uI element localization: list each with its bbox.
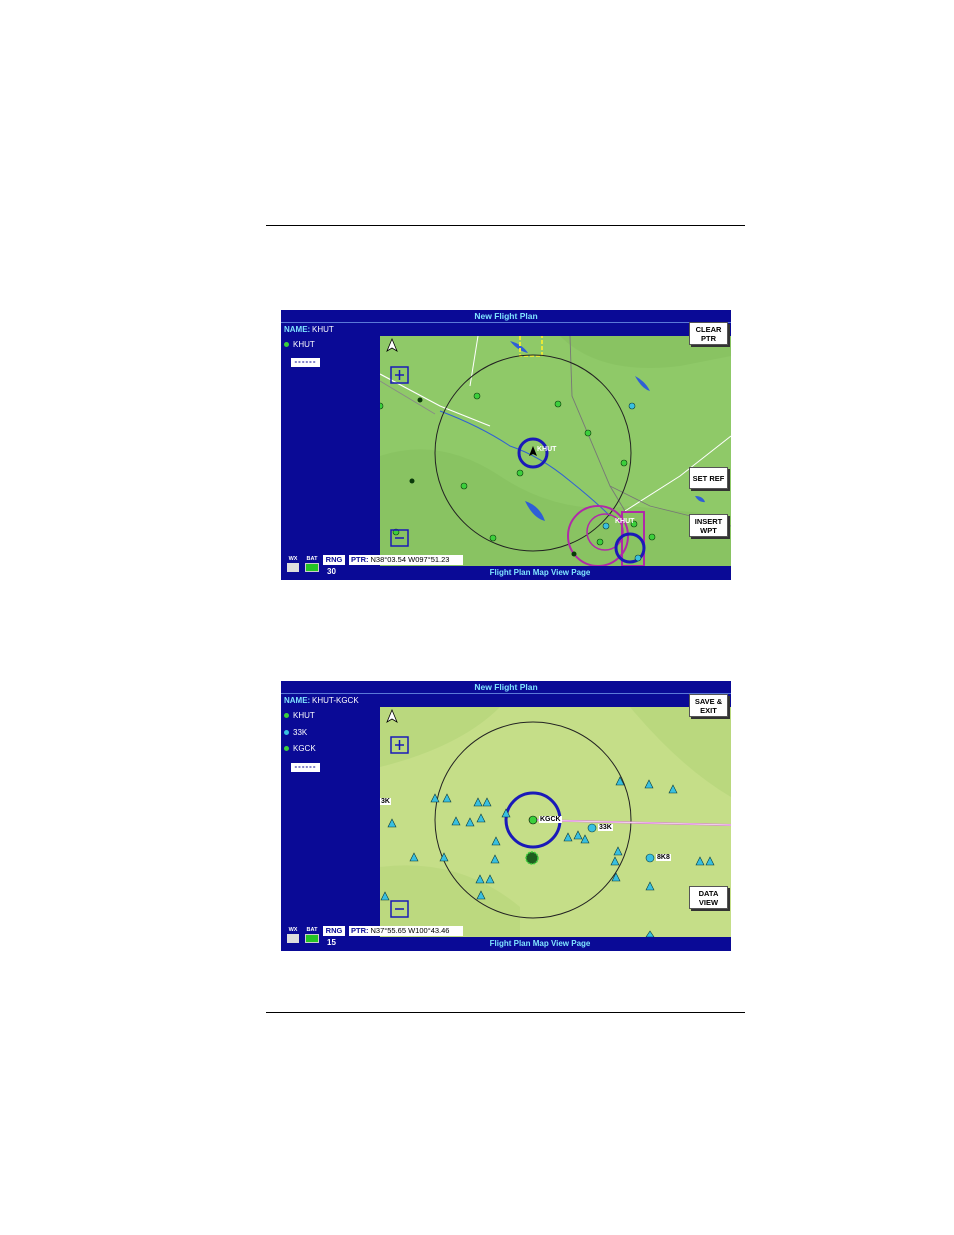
wx-indicator: WX: [285, 556, 301, 576]
screen-title: New Flight Plan: [281, 681, 731, 693]
map-label-airport: KHUT: [537, 446, 557, 453]
waypoint-list: KHUT ------: [281, 336, 380, 550]
pointer-value: N38°03.54 W097°51.23: [370, 555, 450, 564]
waypoint-id: 33K: [293, 728, 308, 737]
name-value: KHUT-KGCK: [312, 696, 359, 705]
pointer-label: PTR:: [351, 926, 369, 935]
airport-icon: [284, 730, 289, 736]
range-value: 15: [327, 938, 336, 947]
name-bar: NAME: KHUT: [281, 322, 731, 337]
waypoint-list: KHUT 33K KGCK ------: [281, 707, 380, 921]
pointer-value: N37°55.65 W100°43.46: [370, 926, 450, 935]
screen-new-flight-plan-2: New Flight Plan NAME: KHUT-KGCK KHUT 33K…: [281, 681, 731, 951]
waypoint-id: KGCK: [293, 744, 316, 753]
weather-icon: [287, 563, 299, 572]
map-label-airport: 33K: [598, 824, 613, 831]
weather-icon: [287, 934, 299, 943]
map-view[interactable]: KHUT KHUT: [380, 336, 731, 566]
map-view[interactable]: KGCK 33K 8K8 3K: [380, 707, 731, 937]
pointer-readout: PTR: N37°55.65 W100°43.46: [349, 926, 463, 936]
pointer-label: PTR:: [351, 555, 369, 564]
wx-indicator: WX: [285, 927, 301, 947]
waypoint-id: KHUT: [293, 340, 315, 349]
map-label-airport: 3K: [380, 798, 391, 805]
wx-label: WX: [288, 927, 298, 933]
range-label[interactable]: RNG: [323, 926, 345, 936]
clear-ptr-button[interactable]: CLEAR PTR: [689, 322, 728, 345]
zoom-out-button[interactable]: [391, 530, 408, 546]
range-label[interactable]: RNG: [323, 555, 345, 565]
map-label-airport: 8K8: [656, 854, 671, 861]
waypoint-item[interactable]: KGCK: [284, 744, 316, 754]
battery-icon: [305, 934, 319, 943]
insert-wpt-button[interactable]: INSERT WPT: [689, 514, 728, 537]
status-bar: WX BAT RNG 30 PTR: N38°03.54 W097°51.23 F…: [281, 554, 731, 580]
status-bar: WX BAT RNG 15 PTR: N37°55.65 W100°43.46 F…: [281, 925, 731, 951]
airport-icon: [284, 713, 289, 719]
name-label: NAME:: [284, 696, 311, 705]
save-exit-button[interactable]: SAVE & EXIT: [689, 694, 728, 717]
top-rule: [266, 225, 745, 226]
map-label-airport: KHUT: [615, 518, 635, 525]
waypoint-id: KHUT: [293, 711, 315, 720]
data-view-button[interactable]: DATA VIEW: [689, 886, 728, 909]
airport-icon: [284, 746, 289, 752]
bat-label: BAT: [306, 927, 318, 933]
name-label: NAME:: [284, 325, 311, 334]
new-waypoint-entry[interactable]: ------: [291, 358, 320, 367]
waypoint-item[interactable]: 33K: [284, 728, 307, 738]
battery-indicator: BAT: [304, 927, 320, 947]
waypoint-item[interactable]: KHUT: [284, 711, 315, 721]
page-title: Flight Plan Map View Page: [349, 566, 731, 580]
bat-label: BAT: [306, 556, 318, 562]
new-waypoint-entry[interactable]: ------: [291, 763, 320, 772]
range-value: 30: [327, 567, 336, 576]
zoom-in-button[interactable]: [391, 367, 408, 383]
name-bar: NAME: KHUT-KGCK: [281, 693, 731, 708]
pointer-readout: PTR: N38°03.54 W097°51.23: [349, 555, 463, 565]
zoom-in-button[interactable]: [391, 737, 408, 753]
waypoint-item[interactable]: KHUT: [284, 340, 315, 350]
battery-icon: [305, 563, 319, 572]
page-title: Flight Plan Map View Page: [349, 937, 731, 951]
wx-label: WX: [288, 556, 298, 562]
screen-title: New Flight Plan: [281, 310, 731, 322]
set-ref-button[interactable]: SET REF: [689, 467, 728, 489]
map-label-airport: KGCK: [539, 816, 562, 823]
zoom-out-button[interactable]: [391, 901, 408, 917]
screen-new-flight-plan-1: New Flight Plan NAME: KHUT KHUT ------ K…: [281, 310, 731, 580]
airport-icon: [284, 342, 289, 348]
name-value: KHUT: [312, 325, 334, 334]
bottom-rule: [266, 1012, 745, 1013]
battery-indicator: BAT: [304, 556, 320, 576]
